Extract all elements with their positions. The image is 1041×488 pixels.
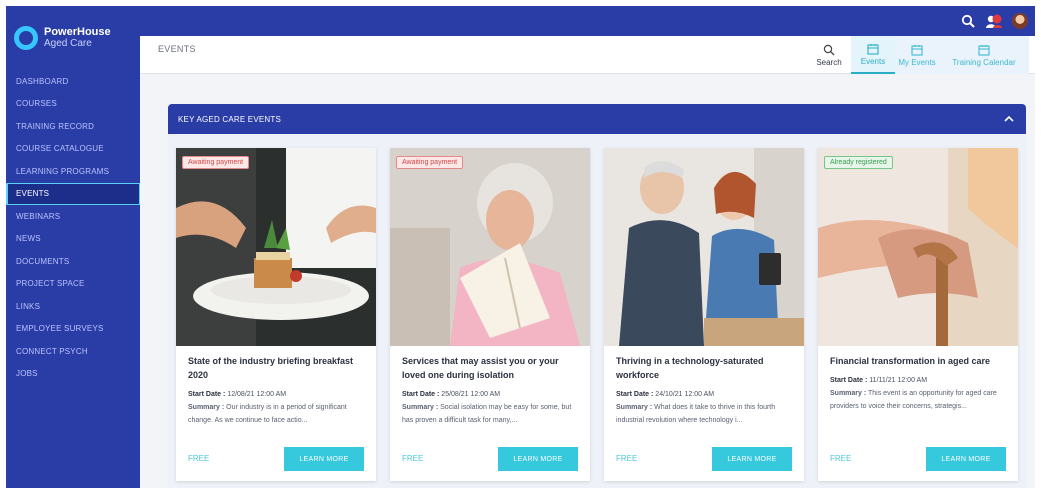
notification-icon[interactable]: [985, 12, 1003, 30]
search-icon[interactable]: [959, 12, 977, 30]
panel-title: KEY AGED CARE EVENTS: [178, 115, 281, 124]
brand-logo-mark: [14, 26, 38, 50]
brand-name: PowerHouse: [44, 26, 111, 38]
tab-search[interactable]: Search: [807, 36, 851, 74]
avatar[interactable]: [1011, 12, 1029, 30]
app-root: PowerHouse Aged Care DASHBOARD COURSES T…: [0, 0, 1041, 488]
start-date-label: Start Date :: [188, 391, 226, 398]
event-price: FREE: [402, 454, 424, 463]
status-badge: Already registered: [824, 156, 893, 169]
status-badge: Awaiting payment: [396, 156, 464, 169]
event-title[interactable]: Thriving in a technology-saturated workf…: [616, 354, 796, 382]
sidebar-item-learning-programs[interactable]: LEARNING PROGRAMS: [6, 160, 140, 183]
main-content: KEY AGED CARE EVENTS Awaiting payment St…: [140, 74, 1035, 488]
events-grid: Awaiting payment State of the industry b…: [168, 134, 1026, 488]
event-image-chef: Awaiting payment: [176, 148, 376, 346]
event-image-nurse: [604, 148, 804, 346]
tab-search-label: Search: [816, 57, 842, 67]
sidebar-item-events[interactable]: EVENTS: [6, 182, 140, 205]
learn-more-button[interactable]: LEARN MORE: [712, 447, 792, 471]
event-card[interactable]: Thriving in a technology-saturated workf…: [604, 148, 804, 481]
sidebar-item-jobs[interactable]: JOBS: [6, 363, 140, 386]
calendar-icon: [911, 44, 923, 56]
event-price: FREE: [830, 454, 852, 463]
learn-more-button[interactable]: LEARN MORE: [284, 447, 364, 471]
sidebar-item-links[interactable]: LINKS: [6, 295, 140, 318]
sidebar-item-courses[interactable]: COURSES: [6, 93, 140, 116]
sidebar-item-project-space[interactable]: PROJECT SPACE: [6, 273, 140, 296]
event-card[interactable]: Awaiting payment Services that may assis…: [390, 148, 590, 481]
sidebar-item-employee-surveys[interactable]: EMPLOYEE SURVEYS: [6, 318, 140, 341]
start-date-label: Start Date :: [402, 391, 440, 398]
panel-header[interactable]: KEY AGED CARE EVENTS: [168, 104, 1026, 134]
sidebar-item-news[interactable]: NEWS: [6, 228, 140, 251]
user-avatar-icon: [1012, 13, 1028, 29]
view-tabs: Search Events My Events Training Calenda…: [807, 36, 1029, 74]
sidebar: PowerHouse Aged Care DASHBOARD COURSES T…: [6, 6, 140, 488]
event-card[interactable]: Already registered Financial transformat…: [818, 148, 1018, 481]
learn-more-button[interactable]: LEARN MORE: [498, 447, 578, 471]
sidebar-item-training-record[interactable]: TRAINING RECORD: [6, 115, 140, 138]
event-title[interactable]: Financial transformation in aged care: [830, 354, 1010, 368]
summary-label: Summary :: [616, 404, 653, 411]
page-title: EVENTS: [158, 44, 196, 54]
start-date-label: Start Date :: [616, 391, 654, 398]
sidebar-item-documents[interactable]: DOCUMENTS: [6, 250, 140, 273]
sidebar-item-dashboard[interactable]: DASHBOARD: [6, 70, 140, 93]
tab-events[interactable]: Events: [851, 36, 895, 74]
brand-subtitle: Aged Care: [44, 38, 92, 49]
event-title[interactable]: State of the industry briefing breakfast…: [188, 354, 368, 382]
start-date-label: Start Date :: [830, 377, 868, 384]
tab-events-label: Events: [860, 56, 886, 66]
event-card[interactable]: Awaiting payment State of the industry b…: [176, 148, 376, 481]
event-price: FREE: [616, 454, 638, 463]
brand-logo[interactable]: PowerHouse Aged Care: [14, 20, 138, 56]
start-date: 11/11/21 12:00 AM: [869, 377, 928, 384]
top-bar: [140, 6, 1035, 36]
tab-training-calendar-label: Training Calendar: [952, 57, 1016, 67]
start-date: 12/08/21 12:00 AM: [227, 391, 287, 398]
event-image-cane: Already registered: [818, 148, 1018, 346]
sidebar-item-connect-psych[interactable]: CONNECT PSYCH: [6, 340, 140, 363]
calendar-icon: [867, 43, 879, 55]
summary-label: Summary :: [402, 404, 439, 411]
event-price: FREE: [188, 454, 210, 463]
status-badge: Awaiting payment: [182, 156, 250, 169]
sidebar-item-webinars[interactable]: WEBINARS: [6, 205, 140, 228]
start-date: 25/08/21 12:00 AM: [441, 391, 501, 398]
summary-label: Summary :: [188, 404, 225, 411]
summary-label: Summary :: [830, 390, 867, 397]
sidebar-nav: DASHBOARD COURSES TRAINING RECORD COURSE…: [6, 70, 140, 385]
event-title[interactable]: Services that may assist you or your lov…: [402, 354, 582, 382]
start-date: 24/10/21 12:00 AM: [655, 391, 715, 398]
search-icon: [823, 44, 835, 55]
calendar-icon: [978, 44, 990, 56]
page-header: EVENTS Search Events My Events Training …: [140, 36, 1035, 74]
tab-my-events-label: My Events: [898, 57, 936, 67]
sidebar-item-course-catalogue[interactable]: COURSE CATALOGUE: [6, 138, 140, 161]
tab-my-events[interactable]: My Events: [895, 36, 939, 74]
tab-training-calendar[interactable]: Training Calendar: [939, 36, 1029, 74]
event-image-reading: Awaiting payment: [390, 148, 590, 346]
learn-more-button[interactable]: LEARN MORE: [926, 447, 1006, 471]
chevron-up-icon[interactable]: [1002, 112, 1016, 126]
